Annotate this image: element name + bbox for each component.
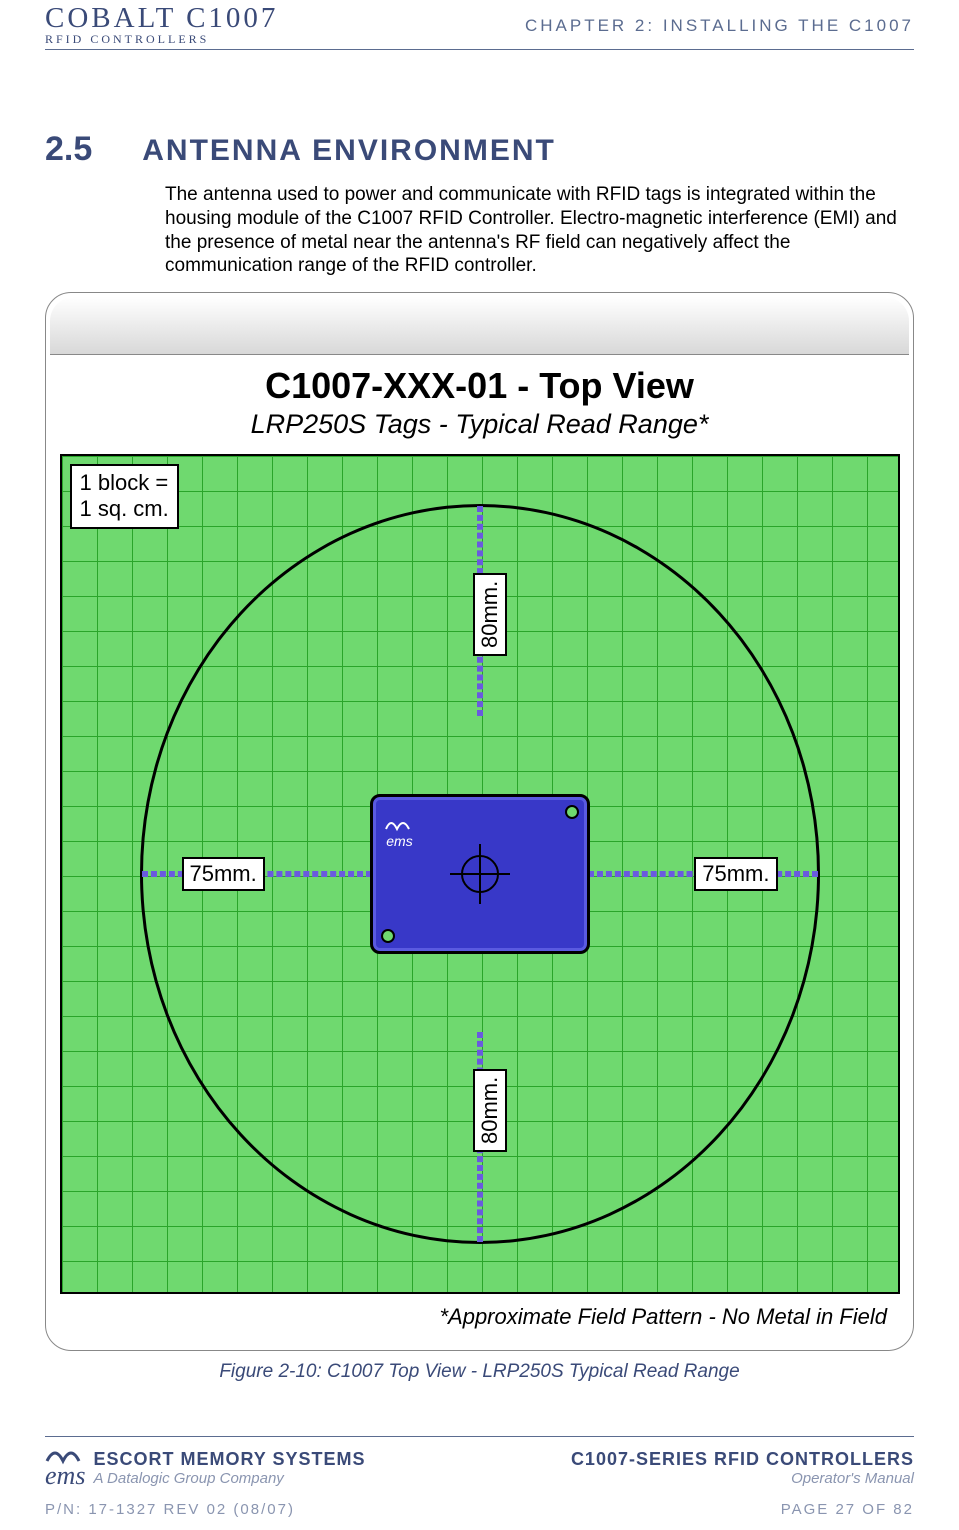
figure-tab [50, 297, 909, 355]
mount-hole-icon [565, 805, 579, 819]
section-body: The antenna used to power and communicat… [165, 183, 904, 278]
page-header: COBALT C1007 RFID CONTROLLERS CHAPTER 2:… [45, 0, 914, 50]
footer-product: C1007-SERIES RFID CONTROLLERS [571, 1449, 914, 1470]
footer-page-number: PAGE 27 OF 82 [781, 1501, 914, 1518]
figure-footnote: *Approximate Field Pattern - No Metal in… [52, 1294, 907, 1344]
footer-product-sub: Operator's Manual [571, 1470, 914, 1487]
figure-subtitle: LRP250S Tags - Typical Read Range* [52, 409, 907, 440]
footer-company-sub: A Datalogic Group Company [93, 1470, 365, 1487]
dimension-label-bottom: 80mm. [473, 1069, 507, 1152]
section-number: 2.5 [45, 130, 92, 169]
ems-device-logo: ems [385, 815, 415, 849]
legend-line-1: 1 block = [80, 470, 169, 496]
dimension-label-top: 80mm. [473, 573, 507, 656]
footer-company: ESCORT MEMORY SYSTEMS [93, 1449, 365, 1470]
section-heading: 2.5 ANTENNA ENVIRONMENT [45, 130, 914, 169]
crosshair-icon [450, 844, 510, 904]
ems-logo-text: ems [45, 1461, 85, 1490]
figure-caption: Figure 2-10: C1007 Top View - LRP250S Ty… [45, 1361, 914, 1383]
dimension-label-left: 75mm. [182, 857, 265, 891]
figure-container: C1007-XXX-01 - Top View LRP250S Tags - T… [45, 292, 914, 1351]
grid-scale-legend: 1 block = 1 sq. cm. [70, 464, 179, 529]
controller-device: ems [370, 794, 590, 954]
diagram-grid: 75mm. 75mm. 80mm. 80mm. ems 1 block = [60, 454, 900, 1294]
page-footer: ems ESCORT MEMORY SYSTEMS A Datalogic Gr… [45, 1436, 914, 1518]
chapter-label: CHAPTER 2: INSTALLING THE C1007 [525, 4, 914, 36]
figure-title: C1007-XXX-01 - Top View [52, 365, 907, 407]
section-title: ANTENNA ENVIRONMENT [142, 134, 556, 168]
mount-hole-icon [381, 929, 395, 943]
logo-sub: RFID CONTROLLERS [45, 33, 278, 45]
dimension-label-right: 75mm. [694, 857, 777, 891]
product-logo: COBALT C1007 RFID CONTROLLERS [45, 4, 278, 45]
legend-line-2: 1 sq. cm. [80, 496, 169, 522]
ems-logo-icon: ems [45, 1445, 85, 1491]
footer-part-number: P/N: 17-1327 REV 02 (08/07) [45, 1501, 295, 1518]
logo-main: COBALT C1007 [45, 4, 278, 33]
